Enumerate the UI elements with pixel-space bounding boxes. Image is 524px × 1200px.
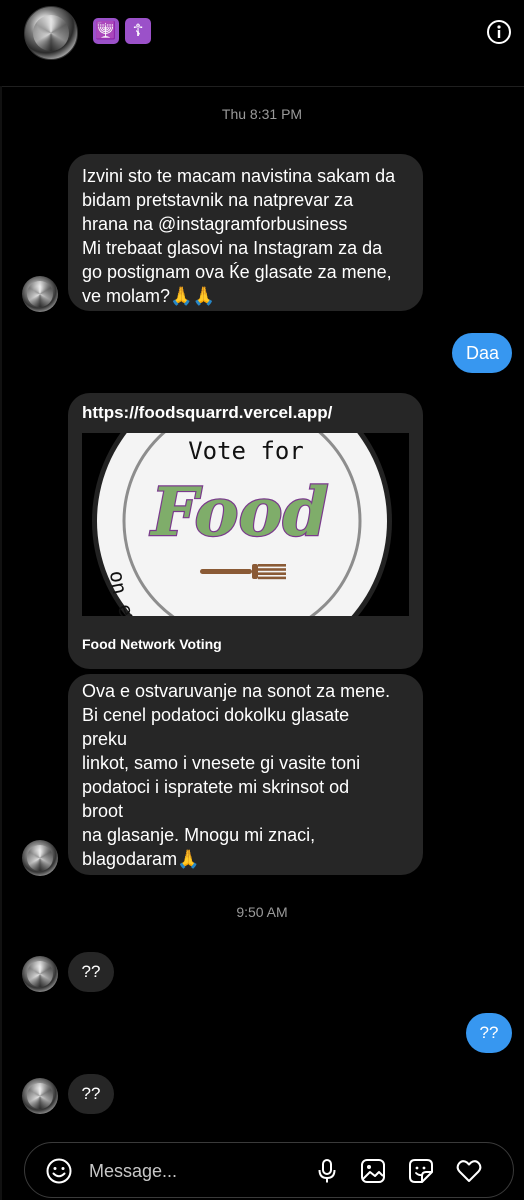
timestamp: Thu 8:31 PM: [221, 106, 303, 122]
sender-avatar[interactable]: [22, 1078, 58, 1114]
sticker-icon[interactable]: [407, 1157, 435, 1185]
food-plate-illustration: Vote for Food on every plate: [92, 433, 392, 616]
outgoing-message[interactable]: Daa: [452, 333, 512, 373]
sender-avatar[interactable]: [22, 956, 58, 992]
gallery-icon[interactable]: [359, 1157, 387, 1185]
incoming-message[interactable]: ??: [68, 1074, 114, 1114]
message-input[interactable]: [87, 1157, 311, 1185]
incoming-message[interactable]: Ova e ostvaruvanje na sonot za mene. Bi …: [68, 674, 423, 875]
message-composer: [24, 1142, 514, 1198]
heart-icon[interactable]: [455, 1157, 483, 1185]
orthodox-cross-emoji: ☦: [125, 18, 151, 44]
sender-avatar[interactable]: [22, 276, 58, 312]
emoji-icon[interactable]: [45, 1157, 73, 1185]
chat-header: 🕎 ☦: [0, 0, 524, 87]
food-text: Food: [149, 473, 328, 551]
contact-avatar[interactable]: [24, 6, 78, 60]
sender-avatar[interactable]: [22, 840, 58, 876]
microphone-icon[interactable]: [313, 1157, 341, 1185]
incoming-message[interactable]: ??: [68, 952, 114, 992]
link-title[interactable]: Food Network Voting: [82, 636, 222, 652]
menorah-emoji: 🕎: [93, 18, 119, 44]
link-preview-card[interactable]: https://foodsquarrd.vercel.app/ Vote for…: [68, 393, 423, 669]
vote-for-text: Vote for: [188, 437, 304, 465]
window-edge: [0, 86, 2, 1200]
incoming-message[interactable]: Izvini sto te macam navistina sakam da b…: [68, 154, 423, 311]
info-icon[interactable]: [486, 19, 512, 45]
timestamp: 9:50 AM: [236, 904, 288, 920]
link-url[interactable]: https://foodsquarrd.vercel.app/: [82, 403, 332, 423]
outgoing-message[interactable]: ??: [466, 1013, 512, 1053]
link-preview-image[interactable]: Vote for Food on every plate: [82, 433, 409, 616]
